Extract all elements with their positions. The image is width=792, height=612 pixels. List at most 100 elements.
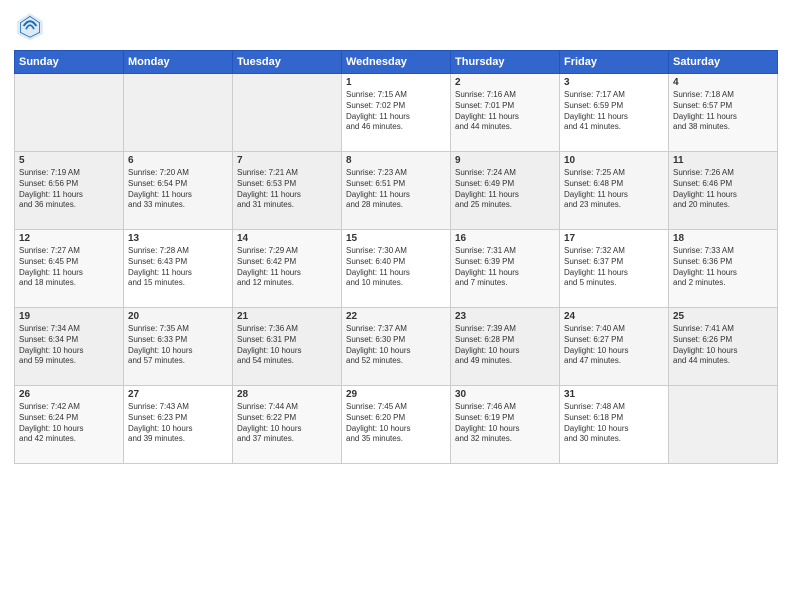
day-info: Sunrise: 7:42 AM Sunset: 6:24 PM Dayligh… <box>19 402 119 445</box>
day-info: Sunrise: 7:17 AM Sunset: 6:59 PM Dayligh… <box>564 90 664 133</box>
page: SundayMondayTuesdayWednesdayThursdayFrid… <box>0 0 792 612</box>
day-info: Sunrise: 7:27 AM Sunset: 6:45 PM Dayligh… <box>19 246 119 289</box>
day-info: Sunrise: 7:19 AM Sunset: 6:56 PM Dayligh… <box>19 168 119 211</box>
day-info: Sunrise: 7:39 AM Sunset: 6:28 PM Dayligh… <box>455 324 555 367</box>
week-row-3: 12 Sunrise: 7:27 AM Sunset: 6:45 PM Dayli… <box>15 230 778 308</box>
day-info: Sunrise: 7:34 AM Sunset: 6:34 PM Dayligh… <box>19 324 119 367</box>
week-row-5: 26 Sunrise: 7:42 AM Sunset: 6:24 PM Dayli… <box>15 386 778 464</box>
day-cell: 13Sunrise: 7:28 AM Sunset: 6:43 PM Dayli… <box>124 230 233 308</box>
header-day-tuesday: Tuesday <box>233 51 342 74</box>
day-info: Sunrise: 7:40 AM Sunset: 6:27 PM Dayligh… <box>564 324 664 367</box>
day-number: 24 <box>564 311 664 322</box>
day-number: 21 <box>237 311 337 322</box>
day-info: Sunrise: 7:29 AM Sunset: 6:42 PM Dayligh… <box>237 246 337 289</box>
day-cell: 4 Sunrise: 7:18 AM Sunset: 6:57 PM Daylig… <box>669 74 778 152</box>
day-cell: 25Sunrise: 7:41 AM Sunset: 6:26 PM Dayli… <box>669 308 778 386</box>
header <box>14 10 778 42</box>
day-info: Sunrise: 7:43 AM Sunset: 6:23 PM Dayligh… <box>128 402 228 445</box>
day-number: 9 <box>455 155 555 166</box>
day-number: 16 <box>455 233 555 244</box>
day-cell: 3 Sunrise: 7:17 AM Sunset: 6:59 PM Daylig… <box>560 74 669 152</box>
day-cell: 12 Sunrise: 7:27 AM Sunset: 6:45 PM Dayli… <box>15 230 124 308</box>
day-number: 8 <box>346 155 446 166</box>
day-number: 31 <box>564 389 664 400</box>
day-cell: 10Sunrise: 7:25 AM Sunset: 6:48 PM Dayli… <box>560 152 669 230</box>
day-number: 5 <box>19 155 119 166</box>
day-number: 2 <box>455 77 555 88</box>
day-cell <box>233 74 342 152</box>
day-info: Sunrise: 7:45 AM Sunset: 6:20 PM Dayligh… <box>346 402 446 445</box>
day-number: 7 <box>237 155 337 166</box>
day-cell: 20 Sunrise: 7:35 AM Sunset: 6:33 PM Dayli… <box>124 308 233 386</box>
day-cell: 29 Sunrise: 7:45 AM Sunset: 6:20 PM Dayli… <box>342 386 451 464</box>
day-info: Sunrise: 7:16 AM Sunset: 7:01 PM Dayligh… <box>455 90 555 133</box>
day-number: 30 <box>455 389 555 400</box>
header-day-monday: Monday <box>124 51 233 74</box>
day-info: Sunrise: 7:37 AM Sunset: 6:30 PM Dayligh… <box>346 324 446 367</box>
day-cell <box>124 74 233 152</box>
week-row-1: 1 Sunrise: 7:15 AM Sunset: 7:02 PM Daylig… <box>15 74 778 152</box>
day-number: 6 <box>128 155 228 166</box>
day-info: Sunrise: 7:44 AM Sunset: 6:22 PM Dayligh… <box>237 402 337 445</box>
day-info: Sunrise: 7:48 AM Sunset: 6:18 PM Dayligh… <box>564 402 664 445</box>
week-row-2: 5 Sunrise: 7:19 AM Sunset: 6:56 PM Daylig… <box>15 152 778 230</box>
day-info: Sunrise: 7:31 AM Sunset: 6:39 PM Dayligh… <box>455 246 555 289</box>
day-cell: 1 Sunrise: 7:15 AM Sunset: 7:02 PM Daylig… <box>342 74 451 152</box>
day-cell: 27 Sunrise: 7:43 AM Sunset: 6:23 PM Dayli… <box>124 386 233 464</box>
day-cell: 14 Sunrise: 7:29 AM Sunset: 6:42 PM Dayli… <box>233 230 342 308</box>
day-number: 20 <box>128 311 228 322</box>
header-day-sunday: Sunday <box>15 51 124 74</box>
day-cell: 16 Sunrise: 7:31 AM Sunset: 6:39 PM Dayli… <box>451 230 560 308</box>
day-number: 27 <box>128 389 228 400</box>
day-cell: 31 Sunrise: 7:48 AM Sunset: 6:18 PM Dayli… <box>560 386 669 464</box>
day-number: 26 <box>19 389 119 400</box>
day-info: Sunrise: 7:18 AM Sunset: 6:57 PM Dayligh… <box>673 90 773 133</box>
day-cell: 28Sunrise: 7:44 AM Sunset: 6:22 PM Dayli… <box>233 386 342 464</box>
day-number: 12 <box>19 233 119 244</box>
day-cell: 26 Sunrise: 7:42 AM Sunset: 6:24 PM Dayli… <box>15 386 124 464</box>
day-info: Sunrise: 7:26 AM Sunset: 6:46 PM Dayligh… <box>673 168 773 211</box>
logo-icon <box>14 10 46 42</box>
day-number: 23 <box>455 311 555 322</box>
header-day-saturday: Saturday <box>669 51 778 74</box>
week-row-4: 19 Sunrise: 7:34 AM Sunset: 6:34 PM Dayli… <box>15 308 778 386</box>
day-cell: 17 Sunrise: 7:32 AM Sunset: 6:37 PM Dayli… <box>560 230 669 308</box>
day-cell: 7 Sunrise: 7:21 AM Sunset: 6:53 PM Daylig… <box>233 152 342 230</box>
day-number: 29 <box>346 389 446 400</box>
day-number: 11 <box>673 155 773 166</box>
day-cell: 8 Sunrise: 7:23 AM Sunset: 6:51 PM Daylig… <box>342 152 451 230</box>
header-day-friday: Friday <box>560 51 669 74</box>
day-info: Sunrise: 7:23 AM Sunset: 6:51 PM Dayligh… <box>346 168 446 211</box>
day-cell: 2 Sunrise: 7:16 AM Sunset: 7:01 PM Daylig… <box>451 74 560 152</box>
day-cell: 6 Sunrise: 7:20 AM Sunset: 6:54 PM Daylig… <box>124 152 233 230</box>
day-info: Sunrise: 7:20 AM Sunset: 6:54 PM Dayligh… <box>128 168 228 211</box>
day-info: Sunrise: 7:41 AM Sunset: 6:26 PM Dayligh… <box>673 324 773 367</box>
day-cell: 24 Sunrise: 7:40 AM Sunset: 6:27 PM Dayli… <box>560 308 669 386</box>
day-number: 17 <box>564 233 664 244</box>
day-info: Sunrise: 7:36 AM Sunset: 6:31 PM Dayligh… <box>237 324 337 367</box>
day-cell: 15 Sunrise: 7:30 AM Sunset: 6:40 PM Dayli… <box>342 230 451 308</box>
header-row: SundayMondayTuesdayWednesdayThursdayFrid… <box>15 51 778 74</box>
day-cell: 18Sunrise: 7:33 AM Sunset: 6:36 PM Dayli… <box>669 230 778 308</box>
day-number: 4 <box>673 77 773 88</box>
header-day-wednesday: Wednesday <box>342 51 451 74</box>
day-number: 14 <box>237 233 337 244</box>
day-number: 15 <box>346 233 446 244</box>
day-info: Sunrise: 7:32 AM Sunset: 6:37 PM Dayligh… <box>564 246 664 289</box>
day-cell: 30 Sunrise: 7:46 AM Sunset: 6:19 PM Dayli… <box>451 386 560 464</box>
day-cell <box>669 386 778 464</box>
calendar-table: SundayMondayTuesdayWednesdayThursdayFrid… <box>14 50 778 464</box>
day-info: Sunrise: 7:15 AM Sunset: 7:02 PM Dayligh… <box>346 90 446 133</box>
day-info: Sunrise: 7:46 AM Sunset: 6:19 PM Dayligh… <box>455 402 555 445</box>
day-number: 13 <box>128 233 228 244</box>
day-cell: 23 Sunrise: 7:39 AM Sunset: 6:28 PM Dayli… <box>451 308 560 386</box>
logo <box>14 10 50 42</box>
day-info: Sunrise: 7:33 AM Sunset: 6:36 PM Dayligh… <box>673 246 773 289</box>
day-number: 19 <box>19 311 119 322</box>
day-number: 3 <box>564 77 664 88</box>
day-info: Sunrise: 7:30 AM Sunset: 6:40 PM Dayligh… <box>346 246 446 289</box>
day-info: Sunrise: 7:21 AM Sunset: 6:53 PM Dayligh… <box>237 168 337 211</box>
day-info: Sunrise: 7:35 AM Sunset: 6:33 PM Dayligh… <box>128 324 228 367</box>
header-day-thursday: Thursday <box>451 51 560 74</box>
day-number: 1 <box>346 77 446 88</box>
